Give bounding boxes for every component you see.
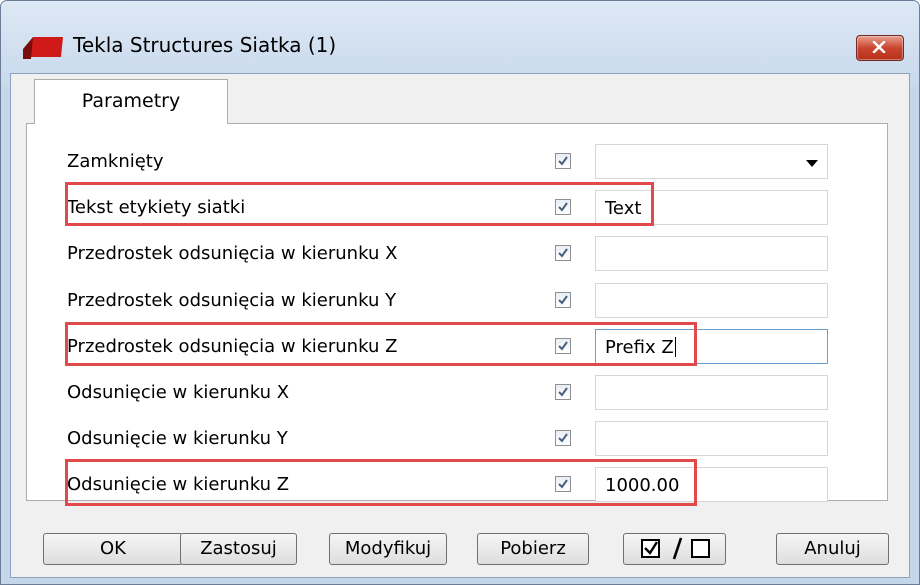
row-label: Odsunięcie w kierunku Y bbox=[67, 428, 288, 449]
close-icon bbox=[872, 41, 886, 53]
chevron-down-icon bbox=[806, 160, 818, 167]
close-button[interactable] bbox=[856, 35, 904, 61]
checkmark-icon bbox=[558, 248, 568, 258]
tekla-logo-icon bbox=[23, 37, 63, 59]
row-label: Zamknięty bbox=[67, 151, 164, 172]
cancel-button[interactable]: Anuluj bbox=[776, 533, 889, 565]
odsuniecie-z-field[interactable]: 1000.00 bbox=[595, 467, 828, 502]
field-text: Prefix Z bbox=[605, 337, 674, 358]
dialog-client-area: Parametry Zamknięty Tekst etykiety siatk… bbox=[10, 73, 910, 578]
tab-label: Parametry bbox=[81, 90, 181, 112]
checkmark-icon bbox=[558, 479, 568, 489]
row-checkbox[interactable] bbox=[555, 153, 571, 169]
check-uncheck-icon bbox=[641, 537, 710, 560]
ok-button[interactable]: OK bbox=[43, 533, 183, 565]
row-checkbox[interactable] bbox=[555, 199, 571, 215]
przedrostek-x-field[interactable] bbox=[595, 236, 828, 271]
text-caret bbox=[674, 337, 676, 357]
field-value: 1000.00 bbox=[605, 475, 680, 496]
dialog-window: Tekla Structures Siatka (1) Parametry Za… bbox=[0, 0, 920, 585]
row-odsuniecie-y: Odsunięcie w kierunku Y bbox=[27, 419, 887, 459]
row-label: Tekst etykiety siatki bbox=[67, 197, 246, 218]
row-odsuniecie-z: Odsunięcie w kierunku Z 1000.00 bbox=[27, 465, 887, 505]
checkmark-icon bbox=[558, 387, 568, 397]
row-przedrostek-z: Przedrostek odsunięcia w kierunku Z Pref… bbox=[27, 327, 887, 367]
checkmark-icon bbox=[558, 295, 568, 305]
row-label: Odsunięcie w kierunku X bbox=[67, 382, 290, 403]
zamkniety-dropdown[interactable] bbox=[595, 144, 828, 179]
row-label: Odsunięcie w kierunku Z bbox=[67, 474, 290, 495]
row-checkbox[interactable] bbox=[555, 292, 571, 308]
row-odsuniecie-x: Odsunięcie w kierunku X bbox=[27, 373, 887, 413]
tab-parametry[interactable]: Parametry bbox=[34, 79, 228, 124]
checkmark-icon bbox=[558, 156, 568, 166]
row-checkbox[interactable] bbox=[555, 245, 571, 261]
row-checkbox[interactable] bbox=[555, 430, 571, 446]
odsuniecie-x-field[interactable] bbox=[595, 375, 828, 410]
row-zamkniety: Zamknięty bbox=[27, 142, 887, 182]
row-checkbox[interactable] bbox=[555, 338, 571, 354]
checkmark-icon bbox=[558, 341, 568, 351]
checkmark-icon bbox=[558, 202, 568, 212]
row-label: Przedrostek odsunięcia w kierunku Z bbox=[67, 336, 398, 357]
row-checkbox[interactable] bbox=[555, 476, 571, 492]
field-value: Text bbox=[605, 198, 642, 219]
row-label: Przedrostek odsunięcia w kierunku X bbox=[67, 243, 398, 264]
window-title: Tekla Structures Siatka (1) bbox=[73, 33, 337, 57]
checkmark-icon bbox=[558, 433, 568, 443]
przedrostek-y-field[interactable] bbox=[595, 283, 828, 318]
get-button[interactable]: Pobierz bbox=[477, 533, 589, 565]
row-label: Przedrostek odsunięcia w kierunku Y bbox=[67, 290, 397, 311]
row-przedrostek-x: Przedrostek odsunięcia w kierunku X bbox=[27, 234, 887, 274]
toggle-all-checkboxes-button[interactable] bbox=[623, 533, 726, 565]
row-checkbox[interactable] bbox=[555, 384, 571, 400]
apply-button[interactable]: Zastosuj bbox=[180, 533, 297, 565]
parameters-panel: Zamknięty Tekst etykiety siatki Text Prz… bbox=[26, 123, 888, 506]
field-value: Prefix Z bbox=[605, 337, 676, 358]
przedrostek-z-field[interactable]: Prefix Z bbox=[595, 329, 828, 364]
modify-button[interactable]: Modyfikuj bbox=[329, 533, 447, 565]
row-tekst-etykiety: Tekst etykiety siatki Text bbox=[27, 188, 887, 228]
odsuniecie-y-field[interactable] bbox=[595, 421, 828, 456]
tekst-etykiety-field[interactable]: Text bbox=[595, 190, 828, 225]
row-przedrostek-y: Przedrostek odsunięcia w kierunku Y bbox=[27, 281, 887, 321]
